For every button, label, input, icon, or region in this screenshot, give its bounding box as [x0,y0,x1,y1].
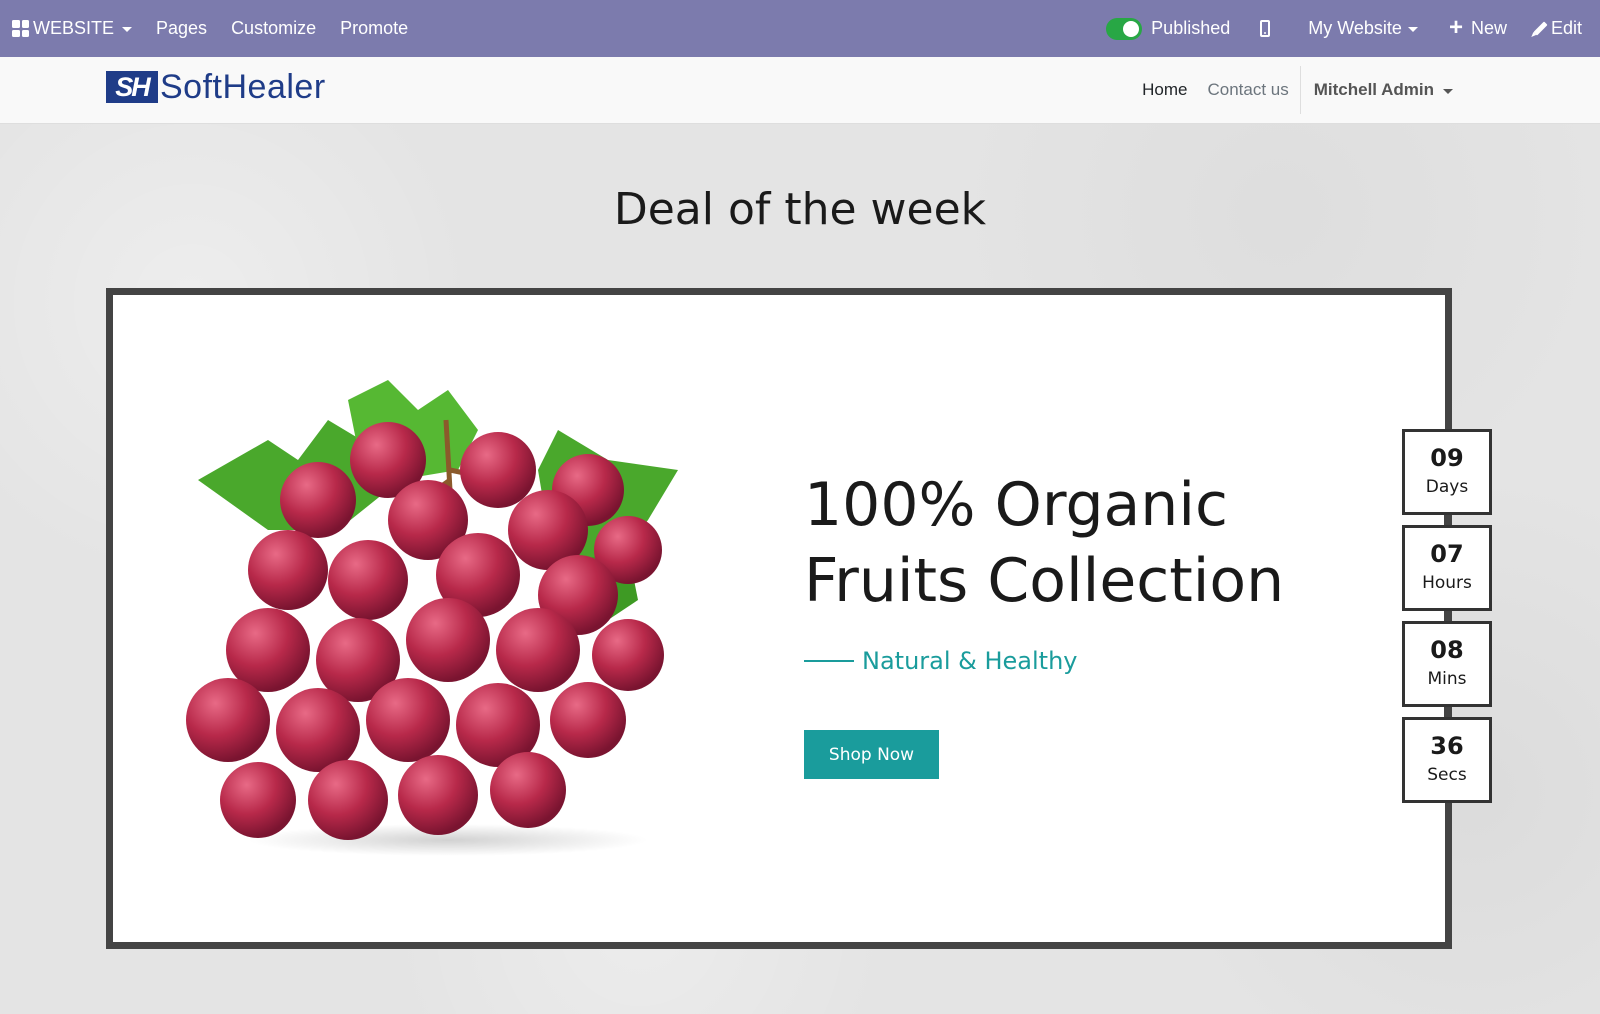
apps-grid-icon [12,20,29,37]
countdown-secs-value: 36 [1430,732,1464,760]
softhealer-logo[interactable]: SH SoftHealer [106,67,326,107]
logo-text: SoftHealer [160,68,326,106]
offer-subtitle: Natural & Healthy [804,647,1078,675]
website-switcher[interactable]: My Website [1300,0,1436,57]
countdown-mins: 08 Mins [1402,621,1492,707]
nav-contact-us[interactable]: Contact us [1197,80,1298,100]
edit-button[interactable]: Edit [1524,0,1600,57]
subtitle-line [804,660,854,662]
user-menu[interactable]: Mitchell Admin [1303,80,1463,100]
grapes-image [186,380,678,856]
admin-menu: WEBSITE Pages Customize Promote [0,0,420,57]
menu-customize[interactable]: Customize [219,0,328,57]
toggle-knob [1123,20,1140,37]
published-toggle[interactable]: Published [1106,0,1244,57]
chevron-down-icon [1407,27,1418,32]
countdown-secs-label: Secs [1427,765,1467,785]
countdown-days: 09 Days [1402,429,1492,515]
chevron-down-icon [122,27,133,32]
countdown-days-value: 09 [1430,444,1464,472]
site-header: SH SoftHealer Home Contact us Mitchell A… [0,57,1600,124]
site-nav: Home Contact us Mitchell Admin [1132,57,1600,123]
section-title: Deal of the week [613,184,987,235]
new-button[interactable]: + New [1436,0,1524,57]
countdown-hours-value: 07 [1430,540,1464,568]
toggle-switch[interactable] [1106,17,1143,40]
countdown-mins-value: 08 [1430,636,1464,664]
edit-button-label: Edit [1550,18,1582,38]
menu-pages[interactable]: Pages [144,0,219,57]
pencil-icon [1533,21,1548,36]
menu-promote[interactable]: Promote [328,0,420,57]
published-label: Published [1151,18,1231,38]
countdown-mins-label: Mins [1427,669,1467,689]
mobile-phone-icon [1260,20,1271,37]
deal-card: 100% Organic Fruits Collection Natural &… [106,288,1452,949]
countdown-secs: 36 Secs [1402,717,1492,803]
admin-actions: Published My Website + New Edit [1106,0,1600,57]
website-switcher-label: My Website [1308,18,1402,38]
deal-section: Deal of the week 100% Organic Fruits Col… [0,124,1600,1014]
countdown-hours-label: Hours [1422,573,1472,593]
nav-home[interactable]: Home [1132,80,1197,100]
shop-now-button[interactable]: Shop Now [804,730,939,779]
countdown-hours: 07 Hours [1402,525,1492,611]
user-name: Mitchell Admin [1313,80,1434,99]
nav-divider [1299,66,1301,114]
admin-top-bar: WEBSITE Pages Customize Promote Publishe… [0,0,1600,57]
apps-menu-button[interactable]: WEBSITE [0,0,144,57]
mobile-preview-button[interactable] [1244,0,1300,57]
apps-menu-label: WEBSITE [33,18,115,38]
offer-heading: 100% Organic Fruits Collection [804,470,1285,616]
logo-mark: SH [106,71,158,103]
plus-icon: + [1448,13,1463,41]
subtitle-text: Natural & Healthy [862,647,1078,675]
new-button-label: New [1470,18,1507,38]
countdown-days-label: Days [1425,477,1469,497]
chevron-down-icon [1443,88,1453,94]
